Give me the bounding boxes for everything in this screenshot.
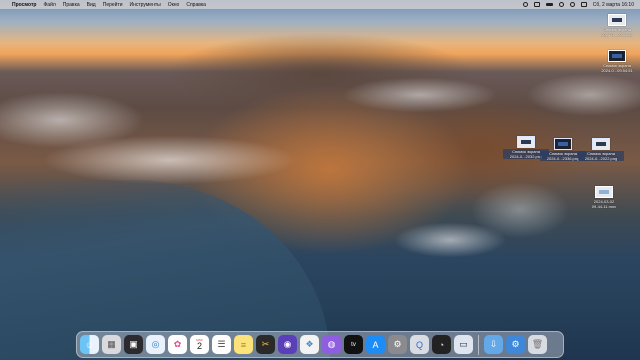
preview-icon[interactable]: ❖ [300, 335, 319, 354]
file-label: Снимок экрана 2024-0...09.54.51 [601, 63, 633, 73]
wifi-icon[interactable] [558, 2, 564, 7]
display-icon[interactable] [533, 2, 540, 7]
menu-view[interactable]: Вид [87, 2, 96, 8]
desktop-file[interactable]: Снимок экрана 2024-0...09.53.58 [594, 14, 640, 37]
calendar-icon[interactable]: МАР. 2 [190, 335, 209, 354]
dock-separator [478, 334, 479, 355]
calendar-day: 2 [196, 341, 202, 351]
video-thumbnail-icon [595, 186, 613, 198]
quicktime-icon[interactable]: Q [410, 335, 429, 354]
folder-icon[interactable]: ⚙ [506, 335, 525, 354]
apple-tv-icon[interactable]: tv [344, 335, 363, 354]
screenshot-thumbnail-icon [592, 138, 610, 150]
menu-go[interactable]: Перейти [103, 2, 123, 8]
status-area: Сб, 2 марта 16:10 [522, 2, 634, 8]
downloads-icon[interactable]: ⇩ [484, 335, 503, 354]
menu-clock[interactable]: Сб, 2 марта 16:10 [593, 2, 634, 8]
record-icon[interactable] [522, 2, 528, 7]
menu-tools[interactable]: Инструменты [130, 2, 161, 8]
control-center-icon[interactable] [580, 2, 587, 7]
menu-app-name[interactable]: Просмотр [12, 2, 36, 8]
finder-icon[interactable]: ☺ [80, 335, 99, 354]
battery-icon[interactable] [545, 3, 553, 6]
desktop-file[interactable]: Снимок экрана 2024-0...09.54.51 [594, 50, 640, 73]
screenshot-thumbnail-icon [554, 138, 572, 150]
activity-monitor-icon[interactable]: ◔ [432, 335, 451, 354]
screenshot-thumbnail-icon [608, 50, 626, 62]
menu-edit[interactable]: Правка [63, 2, 80, 8]
menu-file[interactable]: Файл [43, 2, 55, 8]
safari-icon[interactable]: ◎ [146, 335, 165, 354]
screenshot-thumbnail-icon [608, 14, 626, 26]
screenshot-thumbnail-icon [517, 136, 535, 148]
final-cut-icon[interactable]: ✂ [256, 335, 275, 354]
dock: ☺ ▦ ▣ ◎ ✿ МАР. 2 ☰ ≡ ✂ ◉ ❖ ◍ tv A ⚙ Q ◔ … [76, 331, 564, 358]
reminders-icon[interactable]: ☰ [212, 335, 231, 354]
notes-icon[interactable]: ≡ [234, 335, 253, 354]
photos-icon[interactable]: ✿ [168, 335, 187, 354]
podcasts-icon[interactable]: ◍ [322, 335, 341, 354]
trash-icon[interactable]: 🗑 [528, 335, 547, 354]
file-label: 2024-03-02 09-44-11.mov [591, 199, 617, 209]
app-store-icon[interactable]: A [366, 335, 385, 354]
menu-bar: Просмотр Файл Правка Вид Перейти Инструм… [0, 0, 640, 9]
desktop-file[interactable]: 2024-03-02 09-44-11.mov [581, 186, 627, 209]
motion-icon[interactable]: ◉ [278, 335, 297, 354]
mission-control-icon[interactable]: ▣ [124, 335, 143, 354]
search-icon[interactable] [569, 2, 575, 7]
menu-window[interactable]: Окно [168, 2, 180, 8]
menu-help[interactable]: Справка [186, 2, 206, 8]
screenshot-icon[interactable]: ▭ [454, 335, 473, 354]
launchpad-icon[interactable]: ▦ [102, 335, 121, 354]
desktop-file[interactable]: Снимок экрана 2024-0...2022.png [578, 138, 624, 161]
file-label: Снимок экрана 2024-0...09.53.58 [601, 27, 633, 37]
file-label: Снимок экрана 2024-0...2022.png [578, 151, 624, 161]
system-settings-icon[interactable]: ⚙ [388, 335, 407, 354]
